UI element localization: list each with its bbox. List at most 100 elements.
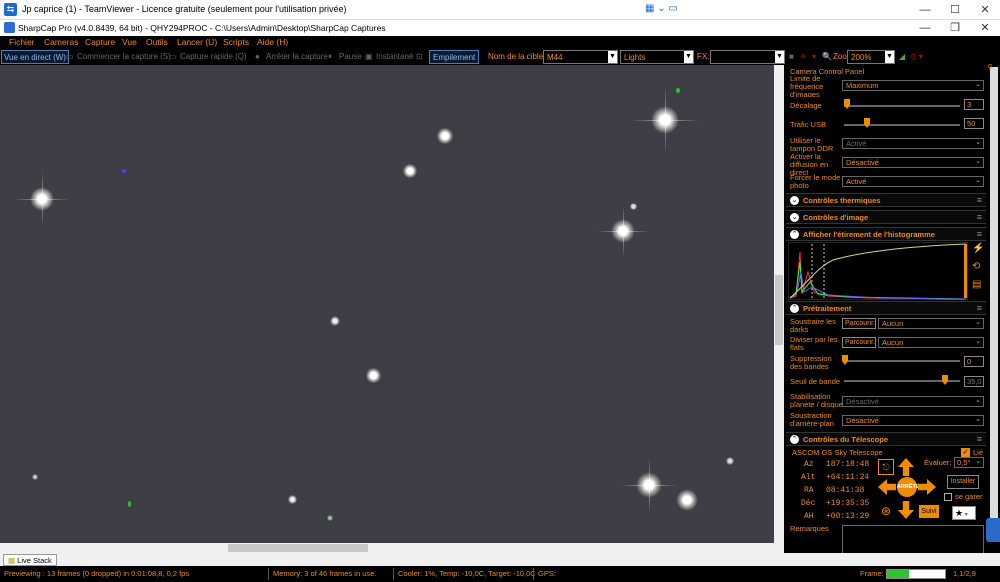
view-vertical-scrollbar[interactable] — [774, 65, 784, 543]
flats-select[interactable]: Aucun ⌄ — [878, 337, 984, 348]
banding-input[interactable]: 0 — [964, 356, 984, 367]
star-menu-icon[interactable]: ★ ▾ — [952, 506, 976, 520]
start-capture-button[interactable]: Commencer la capture (S) — [77, 52, 171, 61]
menu-scripts[interactable]: Scripts — [223, 37, 249, 47]
quick-capture-button[interactable]: Capture rapide (Q) — [180, 52, 247, 61]
menu-capture[interactable]: Capture — [85, 37, 115, 47]
ddr-buffer-select[interactable]: Activé ⌄ — [842, 138, 984, 149]
stop-icon: ● — [255, 52, 260, 61]
close-icon[interactable]: ✕ — [970, 20, 1000, 36]
histogram-icon[interactable]: ◢ — [899, 52, 905, 61]
arrow-up-icon[interactable] — [898, 458, 914, 476]
panel-scrollbar[interactable]: g. — [988, 63, 1000, 553]
reticle-menu-icon[interactable]: ▾ — [812, 52, 816, 61]
histogram-graph[interactable] — [788, 242, 968, 300]
minimize-icon[interactable]: — — [910, 0, 940, 20]
thermal-controls-header[interactable]: ⌄ Contrôles thermiques ≡ — [786, 193, 986, 207]
sharpcap-title: SharpCap Pro (v4.0.8439, 64 bit) - QHY29… — [18, 23, 386, 33]
frame-type-select[interactable]: Lights ▼ — [620, 50, 694, 64]
arrow-left-icon[interactable] — [878, 479, 896, 495]
fx-label: FX: — [697, 52, 710, 61]
dec-label: Déc — [801, 499, 816, 508]
stabilize-select[interactable]: Désactivé ⌄ — [842, 396, 984, 407]
teamviewer-toolbar-icons[interactable]: ▦ ⌄ ▭ — [645, 3, 691, 17]
stop-button[interactable]: ARRÊTE — [897, 477, 920, 497]
stop-capture-button[interactable]: Arrêter la capture — [266, 52, 328, 61]
install-button[interactable]: Installer — [947, 475, 979, 489]
band-threshold-slider-thumb[interactable] — [942, 375, 948, 385]
tab-live-stack[interactable]: ▦ Live Stack — [3, 554, 57, 566]
image-controls-header[interactable]: ⌄ Contrôles d'image ≡ — [786, 210, 986, 224]
save-icon[interactable]: ▤ — [972, 279, 981, 290]
fx-select[interactable]: ▼ — [710, 50, 785, 64]
hamburger-icon[interactable]: ≡ — [977, 229, 982, 239]
snapshot-button[interactable]: Instantané — [376, 52, 413, 61]
usb-traffic-input[interactable]: 50 — [964, 118, 984, 129]
darks-select[interactable]: Aucun ⌄ — [878, 318, 984, 329]
live-view-button[interactable]: Vue en direct (W) — [1, 50, 69, 64]
grid-icon[interactable]: ■ — [789, 52, 794, 61]
hamburger-icon[interactable]: ≡ — [977, 195, 982, 205]
target-icon[interactable]: ⊛ — [878, 503, 894, 519]
park-checkbox[interactable] — [944, 493, 952, 501]
frame-rate-select[interactable]: Maximum ⌄ — [842, 80, 984, 91]
remarks-label: Remarques — [790, 524, 829, 533]
force-photo-select[interactable]: Activé ⌄ — [842, 176, 984, 187]
hamburger-icon[interactable]: ≡ — [977, 303, 982, 313]
hamburger-icon[interactable]: ≡ — [977, 434, 982, 444]
band-threshold-input[interactable]: 35,0 — [964, 376, 984, 387]
offset-slider-thumb[interactable] — [844, 99, 850, 109]
live-diffusion-select[interactable]: Désactivé ⌄ — [842, 157, 984, 168]
arrow-down-icon[interactable] — [898, 501, 914, 519]
zoom-select[interactable]: 200% ▼ — [847, 50, 895, 64]
pause-icon: ⏸ — [328, 52, 332, 61]
auto-stretch-icon[interactable]: ⚡ — [972, 243, 984, 254]
background-select[interactable]: Désactivé ⌄ — [842, 415, 984, 426]
usb-traffic-slider[interactable] — [844, 124, 960, 126]
target-input[interactable]: M44 ▼ — [543, 50, 618, 64]
live-image-view[interactable] — [0, 65, 774, 543]
teamviewer-side-tab[interactable] — [986, 518, 1000, 542]
star — [676, 88, 680, 93]
telescope-controls-header[interactable]: ⌃ Contrôles du Télescope ≡ — [786, 432, 986, 446]
flats-label: Diviser par les flats — [790, 336, 838, 352]
preprocessing-header[interactable]: ⌃ Prétraitement ≡ — [786, 301, 986, 315]
scrollbar-thumb[interactable] — [990, 67, 998, 537]
scrollbar-thumb[interactable] — [775, 275, 783, 345]
reset-icon[interactable]: ⟲ — [972, 261, 980, 272]
close-icon[interactable]: ✕ — [970, 0, 1000, 20]
pause-button[interactable]: Pause — [339, 52, 362, 61]
menu-cameras[interactable]: Cameras — [44, 37, 78, 47]
darks-browse-button[interactable]: Parcourir... — [842, 318, 876, 329]
linked-checkbox[interactable]: ✓ — [961, 448, 970, 457]
stacking-button[interactable]: Empilement — [429, 50, 480, 64]
frame-rate-label: Limite de fréquence d'images — [790, 75, 824, 97]
menu-launch[interactable]: Lancer (U) — [177, 37, 217, 47]
goto-icon[interactable]: ⎋ — [878, 459, 894, 475]
banding-slider[interactable] — [844, 360, 960, 362]
menu-file[interactable]: Fichier — [9, 37, 35, 47]
minimize-icon[interactable]: — — [910, 20, 940, 36]
reticle-icon[interactable]: ✳ — [800, 52, 807, 61]
usb-traffic-slider-thumb[interactable] — [864, 118, 870, 128]
remarks-textarea[interactable] — [842, 525, 984, 553]
maximize-icon[interactable]: ☐ — [940, 0, 970, 20]
rate-select[interactable]: 0,5° ⌄ — [954, 457, 984, 468]
restore-icon[interactable]: ❐ — [940, 20, 970, 36]
offset-input[interactable]: 3 — [964, 99, 984, 110]
menu-view[interactable]: Vue — [122, 37, 137, 47]
hamburger-icon[interactable]: ≡ — [977, 212, 982, 222]
camera-icon: ▭ — [169, 52, 177, 61]
offset-slider[interactable] — [844, 105, 960, 107]
scrollbar-thumb[interactable] — [228, 544, 368, 552]
view-horizontal-scrollbar[interactable] — [0, 543, 784, 553]
menu-tools[interactable]: Outils — [146, 37, 168, 47]
sharpcap-titlebar: SharpCap Pro (v4.0.8439, 64 bit) - QHY29… — [0, 20, 1000, 36]
annotation-icon[interactable]: ⊙ ▾ — [910, 52, 923, 61]
flats-browse-button[interactable]: Parcourir... — [842, 337, 876, 348]
chevron-down-icon: ⌄ — [975, 158, 981, 165]
arrow-right-icon[interactable] — [918, 479, 936, 495]
menu-help[interactable]: Aide (H) — [257, 37, 288, 47]
tracking-button[interactable]: Suivi — [919, 505, 939, 518]
histogram-header[interactable]: ⌃ Afficher l'étirement de l'histogramme ≡ — [786, 227, 986, 241]
